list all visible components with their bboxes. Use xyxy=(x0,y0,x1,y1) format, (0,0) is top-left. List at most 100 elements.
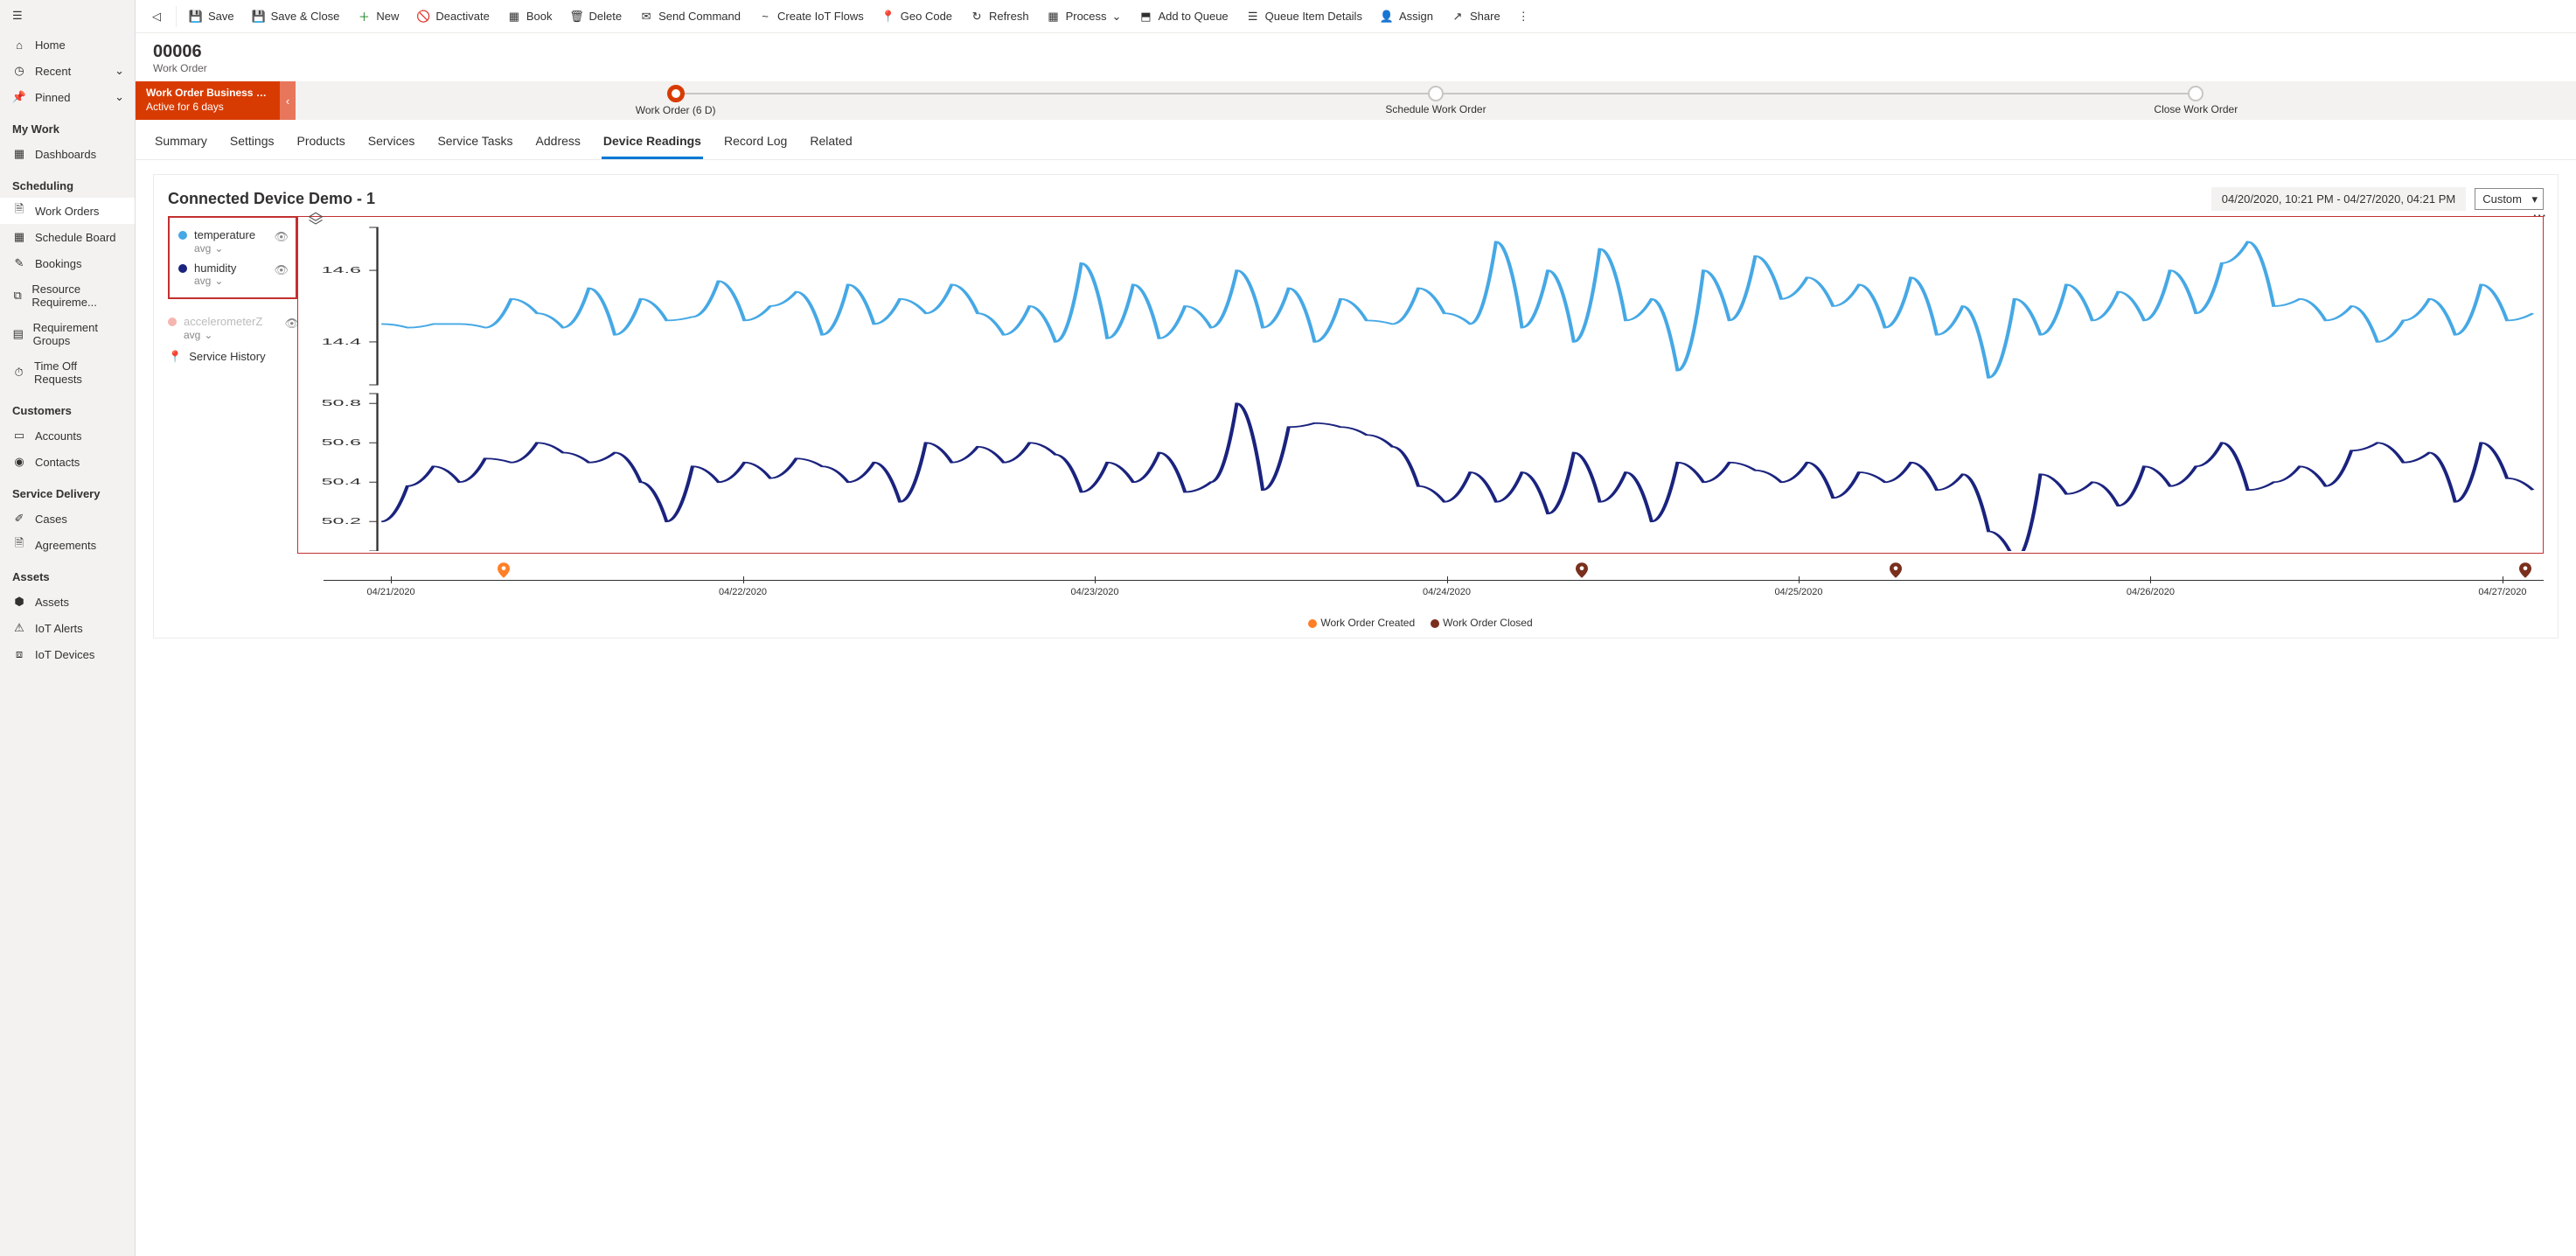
tab-summary[interactable]: Summary xyxy=(153,129,209,159)
cmd-assign[interactable]: 👤 Assign xyxy=(1371,4,1442,29)
tab-services[interactable]: Services xyxy=(366,129,417,159)
sidebar-item-pinned[interactable]: 📌Pinned ⌄ xyxy=(0,84,135,110)
geo-icon: 📍 xyxy=(881,10,895,24)
business-process-flow: Work Order Business Pro... Active for 6 … xyxy=(136,81,2576,120)
cmd-new[interactable]: ＋ New xyxy=(348,4,407,29)
share-icon: ↗ xyxy=(1451,10,1465,24)
trash-icon: 🗑 xyxy=(569,10,583,24)
cmd-add-to-queue[interactable]: ⬒ Add to Queue xyxy=(1130,4,1236,29)
command-bar: ◁ 💾 Save 💾 Save & Close ＋ New 🚫 Deactiva… xyxy=(136,0,2576,33)
tab-record log[interactable]: Record Log xyxy=(722,129,789,159)
doc-icon: 🗎 xyxy=(12,204,26,218)
tab-address[interactable]: Address xyxy=(534,129,582,159)
cmd-create-iot-flows[interactable]: ~ Create IoT Flows xyxy=(749,4,873,29)
cmd-process[interactable]: ▦ Process ⌄ xyxy=(1038,4,1131,29)
save-icon: 💾 xyxy=(189,10,203,24)
sidebar-item-home[interactable]: ⌂Home xyxy=(0,31,135,58)
tab-products[interactable]: Products xyxy=(296,129,347,159)
legend-item-temperature[interactable]: temperature avg ⌄ 👁 xyxy=(178,225,287,258)
sidebar-item-contacts[interactable]: ◉Contacts xyxy=(0,449,135,475)
cmd-refresh[interactable]: ↻ Refresh xyxy=(961,4,1038,29)
overflow-button[interactable]: ⋮ xyxy=(1509,4,1538,29)
acct-icon: ▭ xyxy=(12,429,26,443)
process-stage-1[interactable]: Schedule Work Order xyxy=(1055,81,1815,120)
section-customers: Customers xyxy=(0,392,135,422)
sidebar-item-agreements[interactable]: 🗎Agreements xyxy=(0,532,135,558)
event-pin-closed[interactable] xyxy=(2519,562,2531,581)
iotalert-icon: ⚠ xyxy=(12,621,26,635)
date-range-display[interactable]: 04/20/2020, 10:21 PM - 04/27/2020, 04:21… xyxy=(2211,187,2466,211)
sidebar-item-dashboards[interactable]: ▦Dashboards xyxy=(0,141,135,167)
sidebar-item-time-off-requests[interactable]: ⏱Time Off Requests xyxy=(0,353,135,392)
tab-service tasks[interactable]: Service Tasks xyxy=(435,129,514,159)
x-tick-label: 04/25/2020 xyxy=(1774,587,1822,597)
sidebar-item-resource-requireme-[interactable]: ⧉Resource Requireme... xyxy=(0,276,135,315)
visibility-icon[interactable]: 👁 xyxy=(274,263,289,277)
plus-icon: ＋ xyxy=(357,10,371,24)
cmd-delete[interactable]: 🗑 Delete xyxy=(560,4,630,29)
cmd-geo-code[interactable]: 📍 Geo Code xyxy=(873,4,961,29)
chevron-down-icon[interactable]: ⌄ xyxy=(204,329,212,341)
sidebar: ☰ ⌂Home ◷Recent ⌄ 📌Pinned ⌄ My Work ▦Das… xyxy=(0,0,136,1256)
cmd-book[interactable]: ▦ Book xyxy=(498,4,561,29)
record-subtitle: Work Order xyxy=(153,62,2559,74)
sidebar-item-schedule-board[interactable]: ▦Schedule Board xyxy=(0,224,135,250)
chevron-down-icon[interactable]: ⌄ xyxy=(214,242,223,255)
event-pin-closed[interactable] xyxy=(1576,562,1588,581)
chart-footer-legend: Work Order CreatedWork Order Closed xyxy=(297,610,2544,629)
chart-plot-area: 14.414.650.250.450.650.8 xyxy=(297,216,2544,554)
chevron-down-icon[interactable]: ⌄ xyxy=(214,275,223,287)
chevron-down-icon[interactable]: ⌄ xyxy=(115,64,124,78)
process-flag[interactable]: Work Order Business Pro... Active for 6 … xyxy=(136,81,280,120)
x-tick-label: 04/21/2020 xyxy=(367,587,415,597)
sidebar-item-recent[interactable]: ◷Recent ⌄ xyxy=(0,58,135,84)
tab-related[interactable]: Related xyxy=(808,129,853,159)
chevron-down-icon[interactable]: ⌄ xyxy=(115,90,124,104)
legend-dot-icon xyxy=(178,264,187,273)
saveclose-icon: 💾 xyxy=(252,10,266,24)
sidebar-item-cases[interactable]: ✐Cases xyxy=(0,506,135,532)
tab-device readings[interactable]: Device Readings xyxy=(602,129,703,159)
refresh-icon: ↻ xyxy=(970,10,984,24)
sidebar-item-work-orders[interactable]: 🗎Work Orders xyxy=(0,198,135,224)
sidebar-item-iot-alerts[interactable]: ⚠IoT Alerts xyxy=(0,615,135,641)
legend-dot-icon xyxy=(178,231,187,240)
back-button[interactable]: ◁ xyxy=(141,4,172,29)
cmd-save[interactable]: 💾 Save xyxy=(180,4,243,29)
pin-icon: 📌 xyxy=(12,90,26,104)
cmd-save-close[interactable]: 💾 Save & Close xyxy=(243,4,349,29)
range-mode-select[interactable]: Custom xyxy=(2475,188,2544,210)
process-stage-2[interactable]: Close Work Order xyxy=(1816,81,2576,120)
x-tick-label: 04/24/2020 xyxy=(1423,587,1471,597)
svg-text:50.4: 50.4 xyxy=(322,477,361,486)
process-collapse-icon[interactable]: ‹ xyxy=(280,81,296,120)
group-icon: ▤ xyxy=(12,327,24,341)
sidebar-item-iot-devices[interactable]: ⧈IoT Devices xyxy=(0,641,135,667)
cmd-deactivate[interactable]: 🚫 Deactivate xyxy=(407,4,498,29)
clock-icon: ◷ xyxy=(12,64,26,78)
cmd-share[interactable]: ↗ Share xyxy=(1442,4,1509,29)
tab-settings[interactable]: Settings xyxy=(228,129,276,159)
sidebar-item-assets[interactable]: ⬢Assets xyxy=(0,589,135,615)
cmd-queue-item-details[interactable]: ☰ Queue Item Details xyxy=(1237,4,1371,29)
sidebar-item-accounts[interactable]: ▭Accounts xyxy=(0,422,135,449)
section-assets: Assets xyxy=(0,558,135,589)
service-history-toggle[interactable]: 📍 Service History xyxy=(168,345,297,369)
legend-item-humidity[interactable]: humidity avg ⌄ 👁 xyxy=(178,258,287,291)
cmd-send-command[interactable]: ✉ Send Command xyxy=(630,4,749,29)
svg-text:50.6: 50.6 xyxy=(322,437,361,447)
sidebar-item-requirement-groups[interactable]: ▤Requirement Groups xyxy=(0,315,135,353)
chart-title: Connected Device Demo - 1 xyxy=(168,190,375,208)
event-pin-closed[interactable] xyxy=(1890,562,1902,581)
sidebar-item-bookings[interactable]: ✎Bookings xyxy=(0,250,135,276)
visibility-icon[interactable]: 👁 xyxy=(274,230,289,244)
x-tick-label: 04/26/2020 xyxy=(2127,587,2175,597)
process-stage-0[interactable]: Work Order (6 D) xyxy=(296,81,1055,120)
legend-item-accelerometerZ[interactable]: accelerometerZ avg ⌄ 👁 xyxy=(168,311,297,345)
hamburger-icon[interactable]: ☰ xyxy=(0,0,135,31)
event-pin-created[interactable] xyxy=(498,562,510,581)
layers-icon[interactable] xyxy=(308,211,324,229)
person-icon: ◉ xyxy=(12,455,26,469)
section-service delivery: Service Delivery xyxy=(0,475,135,506)
svg-text:50.2: 50.2 xyxy=(322,516,361,526)
